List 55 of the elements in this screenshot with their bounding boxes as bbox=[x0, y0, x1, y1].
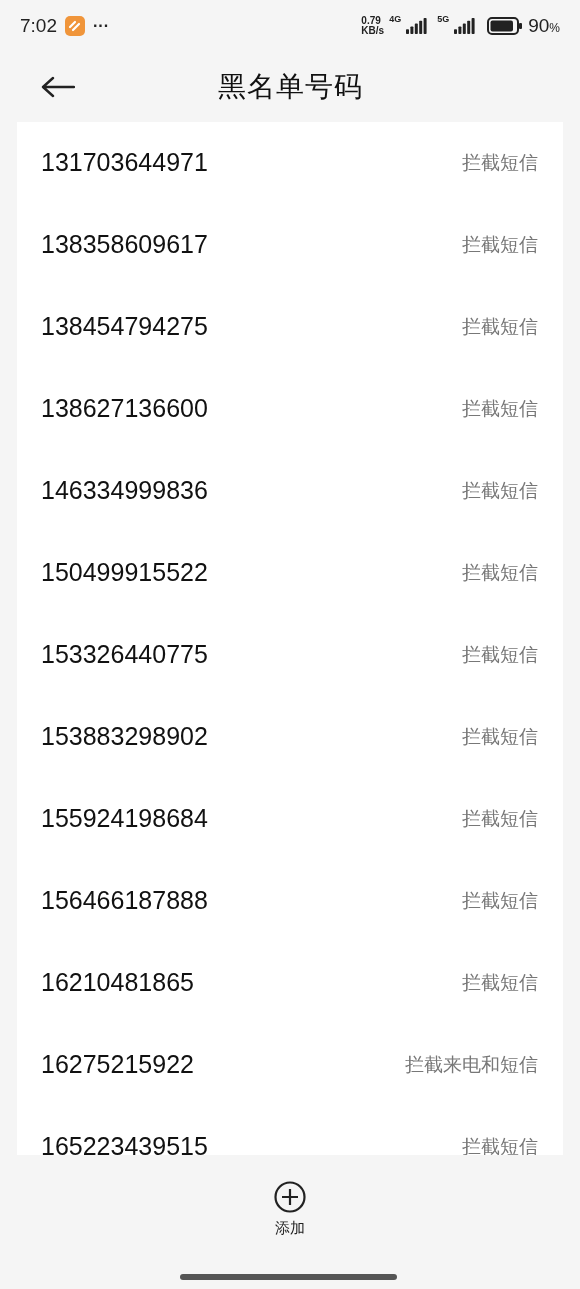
block-mode: 拦截来电和短信 bbox=[405, 1052, 538, 1077]
block-mode: 拦截短信 bbox=[462, 232, 538, 257]
phone-number: 156466187888 bbox=[41, 885, 208, 917]
blacklist-row[interactable]: 146334999836 拦截短信 bbox=[17, 450, 563, 532]
block-mode: 拦截短信 bbox=[462, 478, 538, 503]
blacklist-row[interactable]: 155924198684 拦截短信 bbox=[17, 778, 563, 860]
page-title: 黑名单号码 bbox=[218, 70, 363, 104]
clock: 7:02 bbox=[20, 13, 57, 38]
network-speed-value: 0.79 bbox=[361, 16, 382, 26]
more-notifications: ··· bbox=[93, 16, 109, 36]
phone-number: 16275215922 bbox=[41, 1049, 194, 1081]
block-mode: 拦截短信 bbox=[462, 314, 538, 339]
phone-number: 16210481865 bbox=[41, 967, 194, 999]
blacklist-row[interactable]: 138627136600 拦截短信 bbox=[17, 368, 563, 450]
block-mode: 拦截短信 bbox=[462, 970, 538, 995]
phone-number: 138627136600 bbox=[41, 393, 208, 425]
block-mode: 拦截短信 bbox=[462, 1134, 538, 1155]
blacklist-row[interactable]: 138454794275 拦截短信 bbox=[17, 286, 563, 368]
block-mode: 拦截短信 bbox=[462, 888, 538, 913]
blacklist-row[interactable]: 153883298902 拦截短信 bbox=[17, 696, 563, 778]
block-mode: 拦截短信 bbox=[462, 724, 538, 749]
blacklist-row[interactable]: 138358609617 拦截短信 bbox=[17, 204, 563, 286]
app-notification-icon bbox=[65, 16, 85, 36]
block-mode: 拦截短信 bbox=[462, 560, 538, 585]
signal-icon bbox=[454, 18, 477, 34]
phone-number: 146334999836 bbox=[41, 475, 208, 507]
battery-percentage: 90 bbox=[528, 13, 550, 38]
phone-number: 165223439515 bbox=[41, 1131, 208, 1155]
add-button[interactable]: 添加 bbox=[274, 1181, 306, 1240]
block-mode: 拦截短信 bbox=[462, 150, 538, 175]
plus-circle-icon bbox=[274, 1181, 306, 1213]
back-arrow-icon bbox=[41, 76, 75, 98]
network-type: 5G bbox=[437, 12, 450, 26]
phone-number: 153883298902 bbox=[41, 721, 208, 753]
network-type: 4G bbox=[389, 12, 402, 26]
phone-number: 153326440775 bbox=[41, 639, 208, 671]
blacklist-row[interactable]: 131703644971 拦截短信 bbox=[17, 122, 563, 204]
phone-number: 155924198684 bbox=[41, 803, 208, 835]
phone-number: 138358609617 bbox=[41, 229, 208, 261]
percent-sign: % bbox=[549, 20, 560, 37]
phone-number: 131703644971 bbox=[41, 147, 208, 179]
blacklist-row[interactable]: 16210481865 拦截短信 bbox=[17, 942, 563, 1024]
blacklist-row[interactable]: 150499915522 拦截短信 bbox=[17, 532, 563, 614]
signal-icon bbox=[406, 18, 429, 34]
phone-number: 150499915522 bbox=[41, 557, 208, 589]
block-mode: 拦截短信 bbox=[462, 642, 538, 667]
blacklist-row[interactable]: 16275215922 拦截来电和短信 bbox=[17, 1024, 563, 1106]
battery-icon bbox=[487, 17, 524, 35]
block-mode: 拦截短信 bbox=[462, 806, 538, 831]
phone-number: 138454794275 bbox=[41, 311, 208, 343]
network-speed-unit: KB/s bbox=[361, 26, 385, 36]
blacklist-row[interactable]: 165223439515 拦截短信 bbox=[17, 1106, 563, 1155]
blacklist-row[interactable]: 153326440775 拦截短信 bbox=[17, 614, 563, 696]
blacklist-row[interactable]: 156466187888 拦截短信 bbox=[17, 860, 563, 942]
block-mode: 拦截短信 bbox=[462, 396, 538, 421]
